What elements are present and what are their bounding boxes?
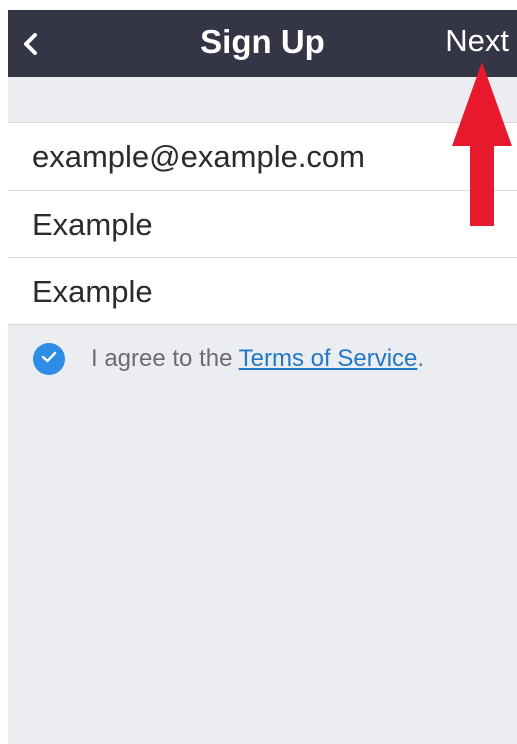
- terms-agreement-text: I agree to the Terms of Service.: [91, 345, 424, 373]
- checkmark-icon: [40, 350, 58, 369]
- terms-suffix-text: .: [417, 345, 425, 372]
- last-name-field[interactable]: Example: [8, 257, 517, 324]
- terms-prefix-text: I agree to the: [91, 345, 239, 372]
- sign-up-screen: Sign Up Next example@example.com Example…: [8, 10, 517, 744]
- navigation-bar: Sign Up Next: [8, 10, 517, 77]
- terms-of-service-link[interactable]: Terms of Service: [239, 345, 418, 372]
- back-button[interactable]: [8, 10, 52, 77]
- sign-up-form: example@example.com Example Example: [8, 122, 517, 325]
- terms-agreement-row: I agree to the Terms of Service.: [33, 342, 424, 376]
- email-field[interactable]: example@example.com: [8, 123, 517, 190]
- chevron-left-icon: [22, 32, 38, 56]
- first-name-field[interactable]: Example: [8, 190, 517, 257]
- terms-checkbox[interactable]: [33, 343, 65, 375]
- page-title: Sign Up: [200, 23, 325, 60]
- arrow-up-icon: [452, 62, 512, 226]
